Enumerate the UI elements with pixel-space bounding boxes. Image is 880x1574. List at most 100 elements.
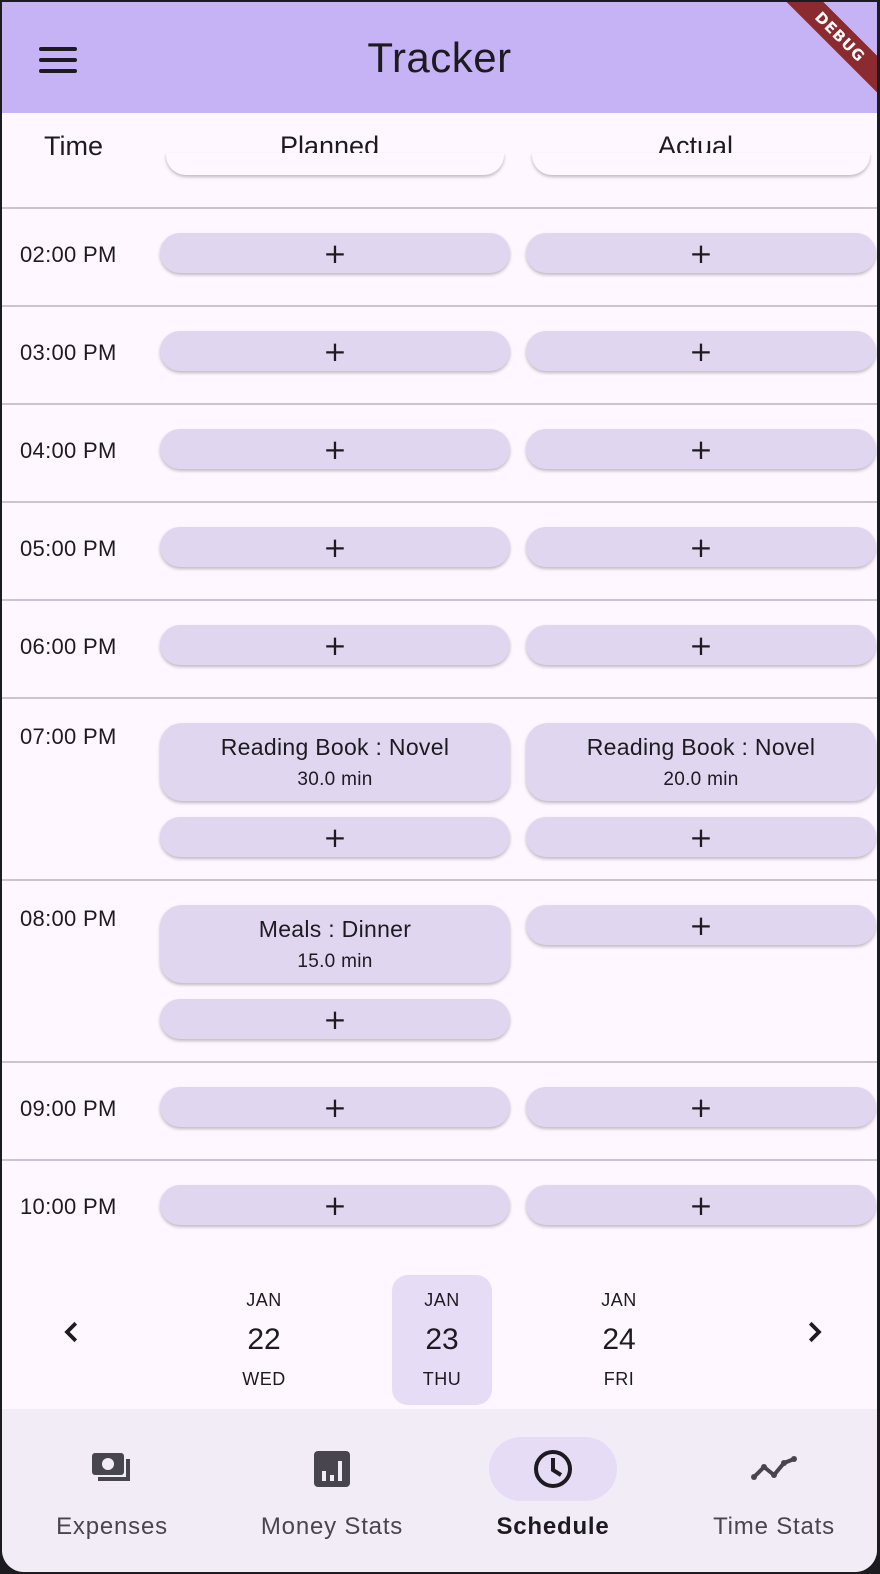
time-label: 10:00 PM [20,1194,117,1219]
add-planned-button[interactable]: + [160,999,510,1039]
time-row: 08:00 PM Meals : Dinner 15.0 min + + [2,881,877,1063]
date-month: JAN [424,1290,460,1310]
add-planned-button[interactable]: + [160,233,510,273]
date-month: JAN [246,1290,282,1310]
line-chart-icon [710,1437,838,1501]
app-bar: Tracker DEBUG [2,2,877,113]
time-label: 03:00 PM [20,340,117,365]
nav-money-stats[interactable]: Money Stats [232,1437,432,1557]
scrolled-actual-button[interactable] [532,153,870,175]
nav-label: Schedule [496,1513,610,1540]
add-actual-button[interactable]: + [526,527,876,567]
actual-column: Reading Book : Novel 20.0 min + [526,723,876,857]
actual-column: + [526,233,876,273]
time-label: 08:00 PM [20,906,117,931]
menu-icon[interactable] [30,32,86,88]
time-label: 07:00 PM [20,724,117,749]
debug-banner: DEBUG [777,2,877,100]
time-row: 05:00 PM + + [2,503,877,601]
nav-label: Expenses [56,1513,168,1540]
entry-title: Reading Book : Novel [586,733,816,760]
app-title: Tracker [367,33,512,81]
actual-column: + [526,905,876,945]
header-time: Time [44,131,103,161]
nav-time-stats[interactable]: Time Stats [674,1437,874,1557]
date-item[interactable]: JAN 24 FRI [569,1275,669,1405]
date-weekday: FRI [603,1369,635,1389]
actual-column: + [526,527,876,567]
date-day: 24 [602,1323,636,1356]
planned-column: + [160,429,510,469]
add-planned-button[interactable]: + [160,817,510,857]
nav-schedule[interactable]: Schedule [453,1437,653,1557]
planned-column: + [160,331,510,371]
add-actual-button[interactable]: + [526,1185,876,1225]
actual-column: + [526,331,876,371]
actual-column: + [526,1185,876,1225]
actual-entry-button[interactable]: Reading Book : Novel 20.0 min [526,723,876,801]
add-actual-button[interactable]: + [526,905,876,945]
nav-expenses[interactable]: Expenses [12,1437,212,1557]
chevron-right-icon[interactable] [799,1317,829,1347]
entry-duration: 20.0 min [663,768,739,790]
time-row: 03:00 PM + + [2,307,877,405]
chevron-left-icon[interactable] [57,1317,87,1347]
add-planned-button[interactable]: + [160,1087,510,1127]
nav-label: Time Stats [713,1513,835,1540]
entry-duration: 15.0 min [297,950,373,972]
time-row: 07:00 PM Reading Book : Novel 30.0 min + Rea… [2,699,877,881]
actual-column: + [526,429,876,469]
planned-column: + [160,233,510,273]
time-label: 05:00 PM [20,536,117,561]
payments-icon [48,1437,176,1501]
planned-column: + [160,1185,510,1225]
planned-column: Meals : Dinner 15.0 min + [160,905,510,1039]
add-planned-button[interactable]: + [160,429,510,469]
entry-title: Meals : Dinner [258,915,412,942]
date-weekday: WED [242,1369,286,1389]
add-actual-button[interactable]: + [526,1087,876,1127]
add-actual-button[interactable]: + [526,817,876,857]
scrolled-planned-button[interactable] [166,153,504,175]
add-actual-button[interactable]: + [526,331,876,371]
clock-icon [489,1437,617,1501]
add-actual-button[interactable]: + [526,233,876,273]
nav-label: Money Stats [260,1513,404,1540]
time-label: 09:00 PM [20,1096,117,1121]
actual-column: + [526,625,876,665]
time-label: 06:00 PM [20,634,117,659]
add-actual-button[interactable]: + [526,429,876,469]
planned-entry-button[interactable]: Reading Book : Novel 30.0 min [160,723,510,801]
planned-column: Reading Book : Novel 30.0 min + [160,723,510,857]
time-row: 04:00 PM + + [2,405,877,503]
time-row: 09:00 PM + + [2,1063,877,1161]
add-actual-button[interactable]: + [526,625,876,665]
time-label: 04:00 PM [20,438,117,463]
date-weekday: THU [422,1369,462,1389]
time-row: 02:00 PM + + [2,209,877,307]
app-frame: Tracker DEBUG Time Planned Actual 02:00 … [2,2,877,1572]
add-planned-button[interactable]: + [160,527,510,567]
add-planned-button[interactable]: + [160,1185,510,1225]
add-planned-button[interactable]: + [160,331,510,371]
actual-column: + [526,1087,876,1127]
time-row: 06:00 PM + + [2,601,877,699]
planned-column: + [160,625,510,665]
bar-chart-icon [268,1437,396,1501]
planned-entry-button[interactable]: Meals : Dinner 15.0 min [160,905,510,983]
date-item-selected[interactable]: JAN 23 THU [392,1275,492,1405]
column-header: Time Planned Actual [2,113,877,209]
planned-column: + [160,527,510,567]
date-day: 23 [425,1323,459,1356]
date-selector: JAN 22 WED JAN 23 THU JAN 24 FRI [2,1255,877,1409]
bottom-navigation: Expenses Money Stats Schedule Time Stats [2,1409,877,1572]
entry-title: Reading Book : Novel [220,733,450,760]
time-label: 02:00 PM [20,242,117,267]
entry-duration: 30.0 min [297,768,373,790]
schedule-list[interactable]: 02:00 PM + +03:00 PM + +04:00 PM + +05:00 PM + +… [2,209,877,1259]
date-day: 22 [247,1323,281,1356]
date-month: JAN [601,1290,637,1310]
date-item[interactable]: JAN 22 WED [214,1275,314,1405]
add-planned-button[interactable]: + [160,625,510,665]
time-row: 10:00 PM + + [2,1161,877,1259]
